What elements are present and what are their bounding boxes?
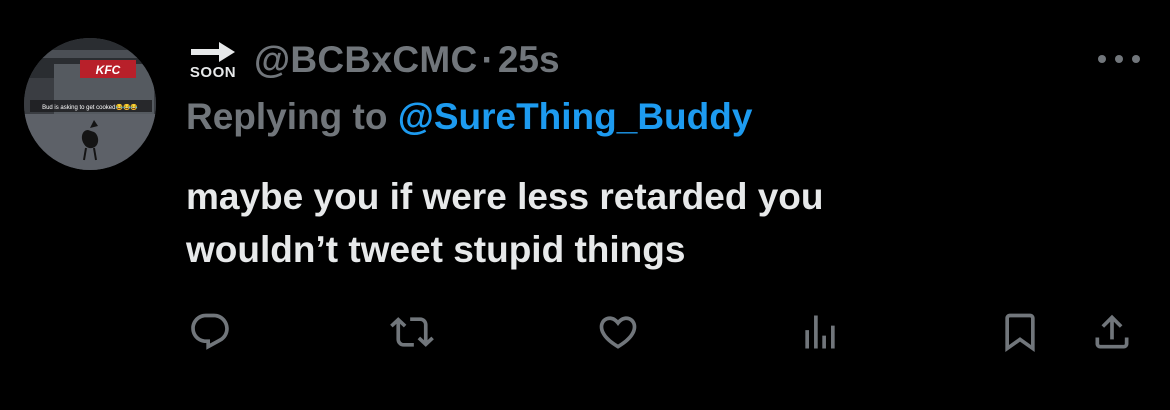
reply-icon[interactable] [186, 308, 234, 356]
views-icon[interactable] [796, 308, 844, 356]
separator-dot: · [481, 39, 494, 80]
tweet-text-line-1: maybe you if were less retarded you [186, 176, 824, 217]
avatar[interactable]: KFC Bud is asking to get cooked😂😂😂 [24, 38, 156, 170]
tweet-text-line-2: wouldn’t tweet stupid things [186, 229, 686, 270]
tweet-timestamp[interactable]: 25s [498, 39, 560, 81]
more-options-icon[interactable] [1098, 52, 1140, 66]
soon-badge: SOON [186, 41, 240, 80]
share-icon[interactable] [1088, 308, 1136, 356]
more-dot-1 [1098, 55, 1106, 63]
tweet[interactable]: KFC Bud is asking to get cooked😂😂😂 SOON … [0, 0, 1170, 410]
avatar-caption: Bud is asking to get cooked😂😂😂 [42, 103, 138, 111]
arrow-right-icon [189, 41, 237, 63]
tweet-header: SOON @BCBxCMC · 25s [186, 30, 560, 90]
replying-to-handle[interactable]: @SureThing_Buddy [398, 96, 753, 137]
tweet-text: maybe you if were less retarded you woul… [186, 170, 1086, 276]
retweet-icon[interactable] [388, 308, 436, 356]
replying-to-label: Replying to [186, 96, 398, 137]
author-handle[interactable]: @BCBxCMC [254, 39, 477, 81]
bookmark-icon[interactable] [996, 308, 1044, 356]
replying-to-line: Replying to @SureThing_Buddy [186, 96, 752, 138]
action-bar [0, 300, 1170, 360]
avatar-sign-text: KFC [96, 63, 121, 77]
more-dot-3 [1132, 55, 1140, 63]
soon-label: SOON [189, 63, 237, 81]
more-dot-2 [1115, 55, 1123, 63]
avatar-image: KFC Bud is asking to get cooked😂😂😂 [24, 38, 156, 170]
like-icon[interactable] [594, 308, 642, 356]
